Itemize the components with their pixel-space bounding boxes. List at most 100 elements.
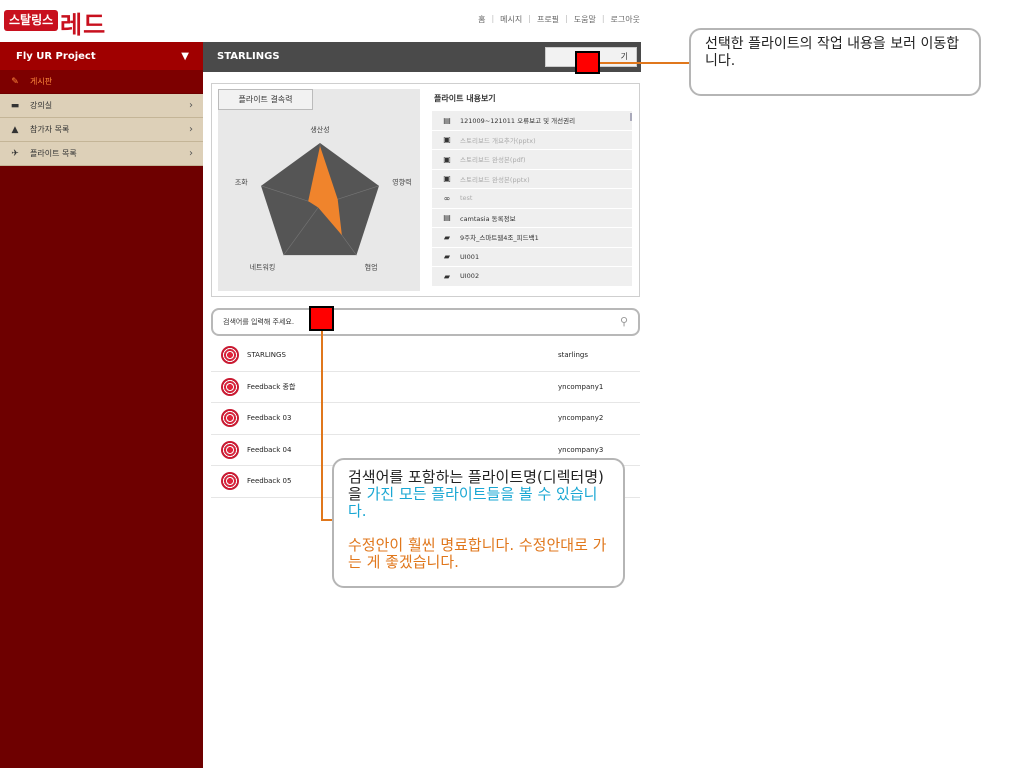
person-icon: ▲: [11, 124, 19, 135]
screen: 스탈링스 레드 홈 | 메시지 | 프로필 | 도움말 | 로그아웃 Fly U…: [0, 0, 1024, 768]
flight-name: Feedback 03: [247, 414, 292, 423]
cohesion-chart: 플라이트 결속력 생산성 영향력 협업 네트워킹 조화: [218, 89, 420, 291]
image-icon: ▰: [443, 232, 451, 242]
highlight-marker: [309, 306, 334, 331]
plane-icon: ✈: [11, 148, 19, 159]
callout-connector: [321, 330, 323, 520]
nav-divider: |: [491, 14, 495, 23]
search-input[interactable]: [223, 316, 313, 328]
flight-name: STARLINGS: [247, 351, 286, 360]
radar-axis-label: 조화: [235, 179, 248, 187]
director-id: yncompany2: [558, 414, 604, 423]
content-item[interactable]: ▤ 121009~121011 오류보고 및 개선권리: [432, 111, 632, 131]
image-icon: ▰: [443, 271, 451, 281]
content-item[interactable]: ▣ 스토리보드 완성본(pptx): [432, 169, 632, 189]
logo-badge[interactable]: 스탈링스: [4, 10, 59, 31]
sidebar-item-participants[interactable]: ▲ 참가자 목록 ›: [0, 118, 203, 142]
content-item-label: 스토리보드 완성본(pptx): [460, 175, 530, 184]
nav-help[interactable]: 도움말: [574, 14, 596, 25]
highlight-marker: [575, 51, 600, 74]
image-icon: ▰: [443, 252, 451, 262]
chevron-right-icon: ›: [189, 100, 193, 111]
content-item-label: UI002: [460, 272, 480, 281]
director-id: starlings: [558, 351, 588, 360]
project-name: Fly UR Project: [16, 50, 96, 62]
content-item-label: 스토리보드 완성본(pdf): [460, 156, 526, 165]
document-icon: ▤: [443, 115, 451, 125]
page-title: STARLINGS: [217, 51, 280, 62]
content-item-label: 스토리보드 개요추가(pptx): [460, 136, 536, 145]
nav-divider: |: [565, 14, 568, 23]
content-title: 플라이트 내용보기: [434, 94, 496, 103]
content-item-label: 121009~121011 오류보고 및 개선권리: [460, 117, 576, 126]
book-icon: ▬: [10, 100, 20, 111]
sidebar-item-label: 강의실: [30, 101, 53, 110]
content-item[interactable]: ▣ 스토리보드 개요추가(pptx): [432, 130, 632, 150]
flight-panel: 플라이트 결속력 생산성 영향력 협업 네트워킹 조화 플라이트 내용보기 ▤ 12100…: [211, 83, 640, 297]
sidebar-item-classroom[interactable]: ▬ 강의실 ›: [0, 94, 203, 118]
radar-axis-label: 네트워킹: [250, 262, 276, 271]
sidebar-item-label: 게시판: [30, 77, 53, 86]
list-item[interactable]: Feedback 03 yncompany2: [211, 403, 640, 435]
nav-logout[interactable]: 로그아웃: [611, 14, 640, 25]
director-id: yncompany3: [558, 445, 604, 454]
search-bar: ⚲: [211, 308, 640, 336]
callout-text: 수정안이 훨씬 명료합니다. 수정안대로 가는 게 좋겠습니다.: [348, 536, 607, 571]
radar-axis-label: 협업: [365, 262, 378, 271]
flight-name: Feedback 04: [247, 445, 292, 454]
callout-text: 가진 모든 플라이트들을 볼 수 있습니다.: [348, 485, 598, 520]
content-item[interactable]: ∞ test: [432, 189, 632, 209]
director-id: yncompany1: [558, 382, 604, 391]
content-item[interactable]: ▰ 9주차_스마트웹4조_피드백1: [432, 228, 632, 248]
chevron-right-icon: ›: [189, 124, 193, 135]
callout-connector: [600, 62, 689, 64]
annotation-callout: 검색어를 포함하는 플라이트명(디렉터명)을 가진 모든 플라이트들을 볼 수 …: [332, 458, 625, 588]
nav-home[interactable]: 홈: [478, 14, 485, 25]
flight-icon: [221, 472, 239, 491]
radar-axis-label: 영향력: [392, 178, 411, 187]
content-item[interactable]: ▤ camtasia 동록정보: [432, 208, 632, 228]
file-icon: ▣: [443, 135, 451, 145]
list-item[interactable]: Feedback 종합 yncompany1: [211, 372, 640, 403]
file-icon: ▣: [443, 154, 451, 164]
flight-icon: [221, 440, 239, 459]
scrollbar[interactable]: [630, 113, 632, 121]
search-icon[interactable]: ⚲: [620, 315, 628, 328]
flight-name: Feedback 종합: [247, 382, 296, 391]
content-item[interactable]: ▰ UI002: [432, 267, 632, 287]
callout-text: 선택한 플라이트의 작업 내용을 보러 이동합니다.: [705, 36, 960, 69]
nav-divider: |: [528, 14, 531, 23]
content-item[interactable]: ▣ 스토리보드 완성본(pdf): [432, 150, 632, 170]
dropdown-arrow-icon: ▼: [181, 50, 189, 62]
list-item[interactable]: STARLINGS starlings: [211, 340, 640, 372]
document-icon: ▤: [443, 213, 451, 223]
content-list: ▤ 121009~121011 오류보고 및 개선권리 ▣ 스토리보드 개요추가(p…: [432, 111, 632, 289]
sidebar: Fly UR Project ▼ ✎ 게시판 ▬ 강의실 › ▲ 참가자 목록 …: [0, 42, 203, 768]
nav-profile[interactable]: 프로필: [537, 14, 559, 25]
content-item-label: camtasia 동록정보: [460, 214, 516, 223]
flight-icon: [221, 377, 239, 396]
sidebar-item-board[interactable]: ✎ 게시판: [0, 70, 203, 94]
content-item-label: 9주차_스마트웹4조_피드백1: [460, 234, 539, 243]
flight-icon: [221, 409, 239, 428]
sidebar-item-label: 플라이트 목록: [30, 149, 77, 158]
sidebar-item-flights[interactable]: ✈ 플라이트 목록 ›: [0, 142, 203, 166]
logo-text[interactable]: 레드: [60, 5, 106, 40]
nav-divider: |: [601, 14, 605, 23]
edit-icon: ✎: [11, 76, 19, 87]
radar-chart: 생산성영향력협업 네트워킹 조화: [235, 125, 412, 271]
link-icon: ∞: [443, 193, 451, 203]
content-item[interactable]: ▰ UI001: [432, 247, 632, 267]
sidebar-item-label: 참가자 목록: [30, 125, 70, 134]
file-icon: ▣: [443, 174, 451, 184]
top-header: 스탈링스 레드 홈 | 메시지 | 프로필 | 도움말 | 로그아웃: [0, 0, 644, 42]
project-selector[interactable]: Fly UR Project ▼: [0, 42, 203, 70]
content-item-label: UI001: [460, 252, 480, 261]
chevron-right-icon: ›: [189, 148, 193, 159]
content-item-label: test: [460, 194, 473, 203]
nav-messages[interactable]: 메시지: [500, 14, 522, 25]
annotation-callout: 선택한 플라이트의 작업 내용을 보러 이동합니다.: [689, 28, 981, 96]
radar-axis-label: 생산성: [310, 125, 329, 134]
top-nav: 홈 | 메시지 | 프로필 | 도움말 | 로그아웃: [478, 14, 640, 25]
flight-icon: [221, 346, 239, 365]
